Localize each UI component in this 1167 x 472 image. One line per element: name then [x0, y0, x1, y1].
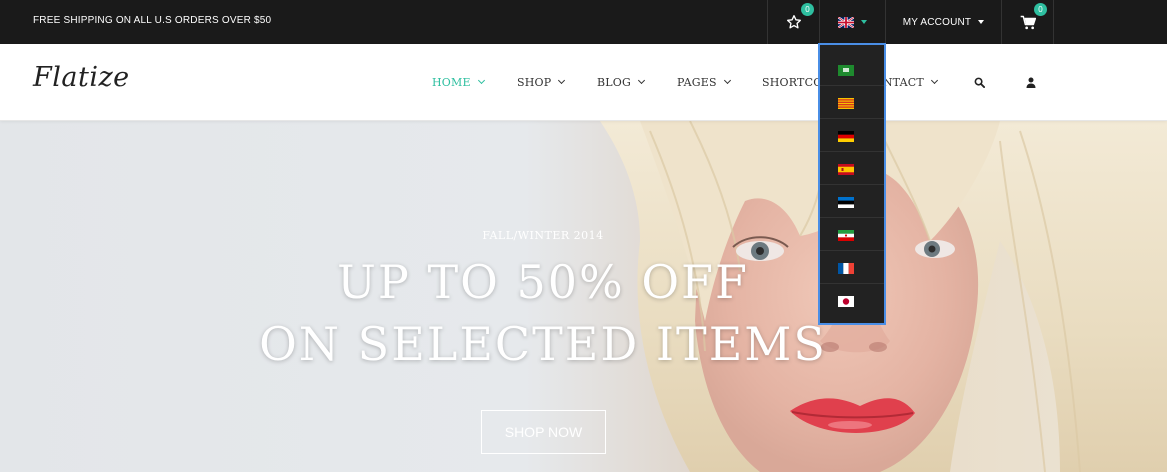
nav-shop[interactable]: SHOP [517, 76, 566, 89]
language-option-ja[interactable] [820, 284, 884, 317]
chevron-down-icon [637, 76, 646, 85]
cart-button[interactable]: 0 [1002, 0, 1053, 44]
search-button[interactable] [974, 77, 985, 91]
nav-blog-label: BLOG [597, 76, 631, 89]
hero-slider: FALL/WINTER 2014 UP TO 50% OFF ON SELECT… [0, 121, 1167, 472]
language-option-de[interactable] [820, 119, 884, 152]
uk-flag-icon [838, 16, 854, 28]
flag-ca-icon [838, 98, 854, 109]
language-option-fa[interactable] [820, 218, 884, 251]
cart-icon [1020, 15, 1036, 29]
language-dropdown [818, 43, 886, 325]
site-logo[interactable]: Flatize [33, 62, 130, 93]
cart-count-badge: 0 [1034, 3, 1047, 16]
language-option-et[interactable] [820, 185, 884, 218]
star-icon [786, 15, 801, 29]
language-switcher[interactable] [820, 0, 885, 44]
nav-shop-label: SHOP [517, 76, 552, 89]
main-header: Flatize HOME SHOP BLOG PAGES SHORTCODES … [0, 44, 1167, 121]
language-option-es[interactable] [820, 152, 884, 185]
language-option-ca[interactable] [820, 86, 884, 119]
hero-headline-2: ON SELECTED ITEMS [259, 317, 827, 371]
chevron-down-icon [930, 76, 938, 85]
my-account-label: MY ACCOUNT [902, 16, 972, 28]
top-bar: FREE SHIPPING ON ALL U.S ORDERS OVER $50… [0, 0, 1167, 44]
chevron-down-icon [477, 76, 485, 85]
language-option-fr[interactable] [820, 251, 884, 284]
caret-down-icon [861, 20, 867, 24]
flag-fr-icon [838, 263, 854, 274]
flag-et-icon [838, 197, 854, 208]
my-account-menu[interactable]: MY ACCOUNT [886, 0, 1001, 44]
wishlist-button[interactable]: 0 [768, 0, 819, 44]
flag-ja-icon [838, 296, 854, 307]
nav-blog[interactable]: BLOG [597, 76, 646, 89]
flag-fa-icon [838, 230, 854, 241]
nav-home-label: HOME [432, 76, 471, 89]
chevron-down-icon [558, 76, 566, 85]
chevron-down-icon [723, 76, 731, 85]
wishlist-count-badge: 0 [801, 3, 814, 16]
user-icon [1026, 77, 1036, 88]
shipping-notice: FREE SHIPPING ON ALL U.S ORDERS OVER $50 [33, 15, 272, 26]
flag-es-icon [838, 164, 854, 175]
nav-pages[interactable]: PAGES [677, 76, 731, 89]
user-button[interactable] [1026, 77, 1036, 91]
shop-now-button[interactable]: SHOP NOW [481, 410, 606, 454]
divider [1053, 0, 1054, 44]
search-icon [974, 77, 985, 88]
nav-home[interactable]: HOME [432, 76, 485, 89]
caret-down-icon [978, 20, 985, 24]
language-option-ar[interactable] [820, 53, 884, 86]
flag-de-icon [838, 131, 854, 142]
nav-pages-label: PAGES [677, 76, 717, 89]
hero-subtitle: FALL/WINTER 2014 [482, 229, 604, 242]
flag-ar-icon [838, 65, 854, 76]
hero-headline-1: UP TO 50% OFF [337, 255, 749, 309]
